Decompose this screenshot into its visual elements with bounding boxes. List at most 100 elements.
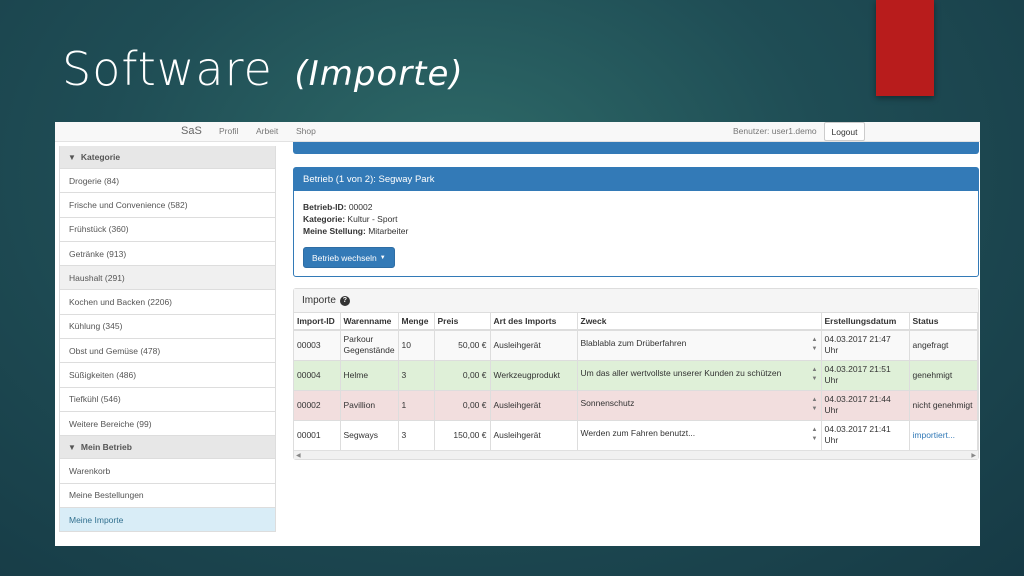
zweck-text: Um das aller wertvollste unserer Kunden … xyxy=(580,367,782,378)
stellung-value: Mitarbeiter xyxy=(368,226,409,236)
importe-table: Import-ID Warenname Menge Preis Art des … xyxy=(294,313,978,450)
cell-preis: 0,00 € xyxy=(434,359,491,390)
table-row[interactable]: 00002 Pavillion 1 0,00 € Ausleihgerät So… xyxy=(294,389,978,420)
betrieb-id-value: 00002 xyxy=(348,202,373,212)
betrieb-wechseln-label: Betrieb wechseln xyxy=(312,252,377,263)
cell-menge: 1 xyxy=(398,389,435,420)
table-row[interactable]: 00003 Parkour Gegenstände 10 50,00 € Aus… xyxy=(294,329,978,360)
resize-icon[interactable]: ▲ ▼ xyxy=(812,396,818,414)
cell-menge: 3 xyxy=(398,359,435,390)
brand-logo[interactable]: SaS xyxy=(181,125,202,137)
slide-title: Software (Importe) xyxy=(62,42,464,96)
col-menge[interactable]: Menge xyxy=(398,313,435,331)
chevron-down-icon: ▼ xyxy=(68,442,76,452)
sidebar-item-obst[interactable]: Obst und Gemüse (478) xyxy=(59,339,276,364)
nav-shop[interactable]: Shop xyxy=(296,126,316,136)
datum-uhr: Uhr xyxy=(824,375,839,385)
cell-datum: 04.03.2017 21:51 Uhr xyxy=(821,359,910,390)
cell-zweck: Um das aller wertvollste unserer Kunden … xyxy=(577,359,822,390)
zweck-text: Sonnenschutz xyxy=(580,397,635,408)
sidebar-item-warenkorb[interactable]: Warenkorb xyxy=(59,459,276,484)
cell-status: nicht genehmigt xyxy=(909,389,978,420)
cell-menge: 3 xyxy=(398,419,435,450)
cell-datum: 04.03.2017 21:44 Uhr xyxy=(821,389,910,420)
betrieb-info: Betrieb-ID: 00002 Kategorie: Kultur - Sp… xyxy=(294,191,978,237)
table-header-row: Import-ID Warenname Menge Preis Art des … xyxy=(294,313,978,331)
cell-id: 00002 xyxy=(294,389,341,420)
sidebar-header-label: Kategorie xyxy=(80,152,121,162)
table-row[interactable]: 00001 Segways 3 150,00 € Ausleihgerät We… xyxy=(294,419,978,450)
betrieb-panel-title: Betrieb (1 von 2): Segway Park xyxy=(294,168,978,191)
betrieb-id-label: Betrieb-ID: xyxy=(303,202,347,212)
nav-profil[interactable]: Profil xyxy=(219,126,238,136)
main-content: Betrieb (1 von 2): Segway Park Betrieb-I… xyxy=(293,142,979,460)
cell-art: Ausleihgerät xyxy=(490,389,578,420)
sidebar-item-fruehstueck[interactable]: Frühstück (360) xyxy=(59,217,276,242)
sidebar-item-kuehlung[interactable]: Kühlung (345) xyxy=(59,314,276,340)
scroll-right-icon[interactable]: ▶ xyxy=(971,452,976,459)
zweck-text: Blablabla zum Drüberfahren xyxy=(580,338,687,348)
cell-zweck: Werden zum Fahren benutzt... ▲ ▼ xyxy=(577,419,822,450)
sidebar-item-suessigkeiten[interactable]: Süßigkeiten (486) xyxy=(59,363,276,388)
sidebar-header-betrieb[interactable]: ▼ Mein Betrieb xyxy=(59,436,276,460)
stellung-label: Meine Stellung: xyxy=(303,226,366,236)
col-import-id[interactable]: Import-ID xyxy=(294,313,341,331)
betrieb-panel: Betrieb (1 von 2): Segway Park Betrieb-I… xyxy=(293,167,979,277)
app-screenshot: SaS Profil Arbeit Shop Benutzer: user1.d… xyxy=(55,122,980,546)
cell-id: 00003 xyxy=(294,329,341,360)
scroll-left-icon[interactable]: ◀ xyxy=(296,452,301,459)
col-preis[interactable]: Preis xyxy=(434,313,491,331)
sidebar-item-drogerie[interactable]: Drogerie (84) xyxy=(59,169,276,194)
col-warenname[interactable]: Warenname xyxy=(340,313,399,331)
resize-icon[interactable]: ▲ ▼ xyxy=(812,336,818,354)
cell-status: angefragt xyxy=(909,329,978,360)
sidebar-item-weitere[interactable]: Weitere Bereiche (99) xyxy=(59,411,276,437)
top-panel-strip xyxy=(293,142,979,154)
cell-preis: 150,00 € xyxy=(434,419,491,450)
cell-name: Segways xyxy=(340,419,399,450)
importe-title: Importe xyxy=(302,295,336,306)
question-circle-icon[interactable]: ? xyxy=(339,295,350,306)
cell-zweck: Sonnenschutz ▲ ▼ xyxy=(577,389,822,420)
kategorie-value: Kultur - Sport xyxy=(347,214,398,224)
datum-line: 04.03.2017 21:44 xyxy=(824,394,891,404)
horizontal-scrollbar[interactable]: ◀ ▶ xyxy=(294,450,978,459)
betrieb-wechseln-button[interactable]: Betrieb wechseln ▼ xyxy=(303,247,395,268)
cell-name: Parkour Gegenstände xyxy=(340,329,399,360)
sidebar-item-importe[interactable]: Meine Importe xyxy=(59,507,276,533)
table-row[interactable]: 00004 Helme 3 0,00 € Werkzeugprodukt Um … xyxy=(294,359,978,390)
sidebar-item-kochen[interactable]: Kochen und Backen (2206) xyxy=(59,290,276,315)
cell-preis: 0,00 € xyxy=(434,389,491,420)
resize-icon[interactable]: ▲ ▼ xyxy=(812,426,818,444)
sidebar-item-getraenke[interactable]: Getränke (913) xyxy=(59,241,276,267)
resize-icon[interactable]: ▲ ▼ xyxy=(812,366,818,384)
cell-preis: 50,00 € xyxy=(434,329,491,360)
cell-status[interactable]: importiert... xyxy=(909,419,978,450)
cell-id: 00004 xyxy=(294,359,341,390)
nav-arbeit[interactable]: Arbeit xyxy=(256,126,278,136)
col-zweck[interactable]: Zweck xyxy=(577,313,822,331)
sidebar-item-tiefkuehl[interactable]: Tiefkühl (546) xyxy=(59,387,276,412)
sidebar: ▼ Kategorie Drogerie (84) Frische und Co… xyxy=(59,146,276,533)
datum-uhr: Uhr xyxy=(824,345,839,356)
datum-uhr: Uhr xyxy=(824,435,839,446)
logout-button[interactable]: Logout xyxy=(824,122,865,141)
cell-art: Ausleihgerät xyxy=(490,419,578,450)
importe-panel: Importe ? Import-ID Warenname Menge Prei… xyxy=(293,288,979,460)
sidebar-header-kategorie[interactable]: ▼ Kategorie xyxy=(59,146,276,169)
cell-menge: 10 xyxy=(398,329,435,360)
col-status[interactable]: Status xyxy=(909,313,978,331)
cell-name: Pavillion xyxy=(340,389,399,420)
cell-zweck: Blablabla zum Drüberfahren ▲ ▼ xyxy=(577,329,822,360)
sidebar-item-frische[interactable]: Frische und Convenience (582) xyxy=(59,193,276,218)
cell-art: Ausleihgerät xyxy=(490,329,578,360)
sidebar-item-haushalt[interactable]: Haushalt (291) xyxy=(59,266,276,291)
red-accent-bar xyxy=(876,0,934,96)
col-art[interactable]: Art des Imports xyxy=(490,313,578,331)
cell-datum: 04.03.2017 21:47 Uhr xyxy=(821,329,910,360)
cell-name: Helme xyxy=(340,359,399,390)
col-datum[interactable]: Erstellungsdatum xyxy=(821,313,910,331)
user-label: Benutzer: user1.demo xyxy=(733,126,817,136)
sidebar-item-bestellungen[interactable]: Meine Bestellungen xyxy=(59,483,276,508)
cell-id: 00001 xyxy=(294,419,341,450)
